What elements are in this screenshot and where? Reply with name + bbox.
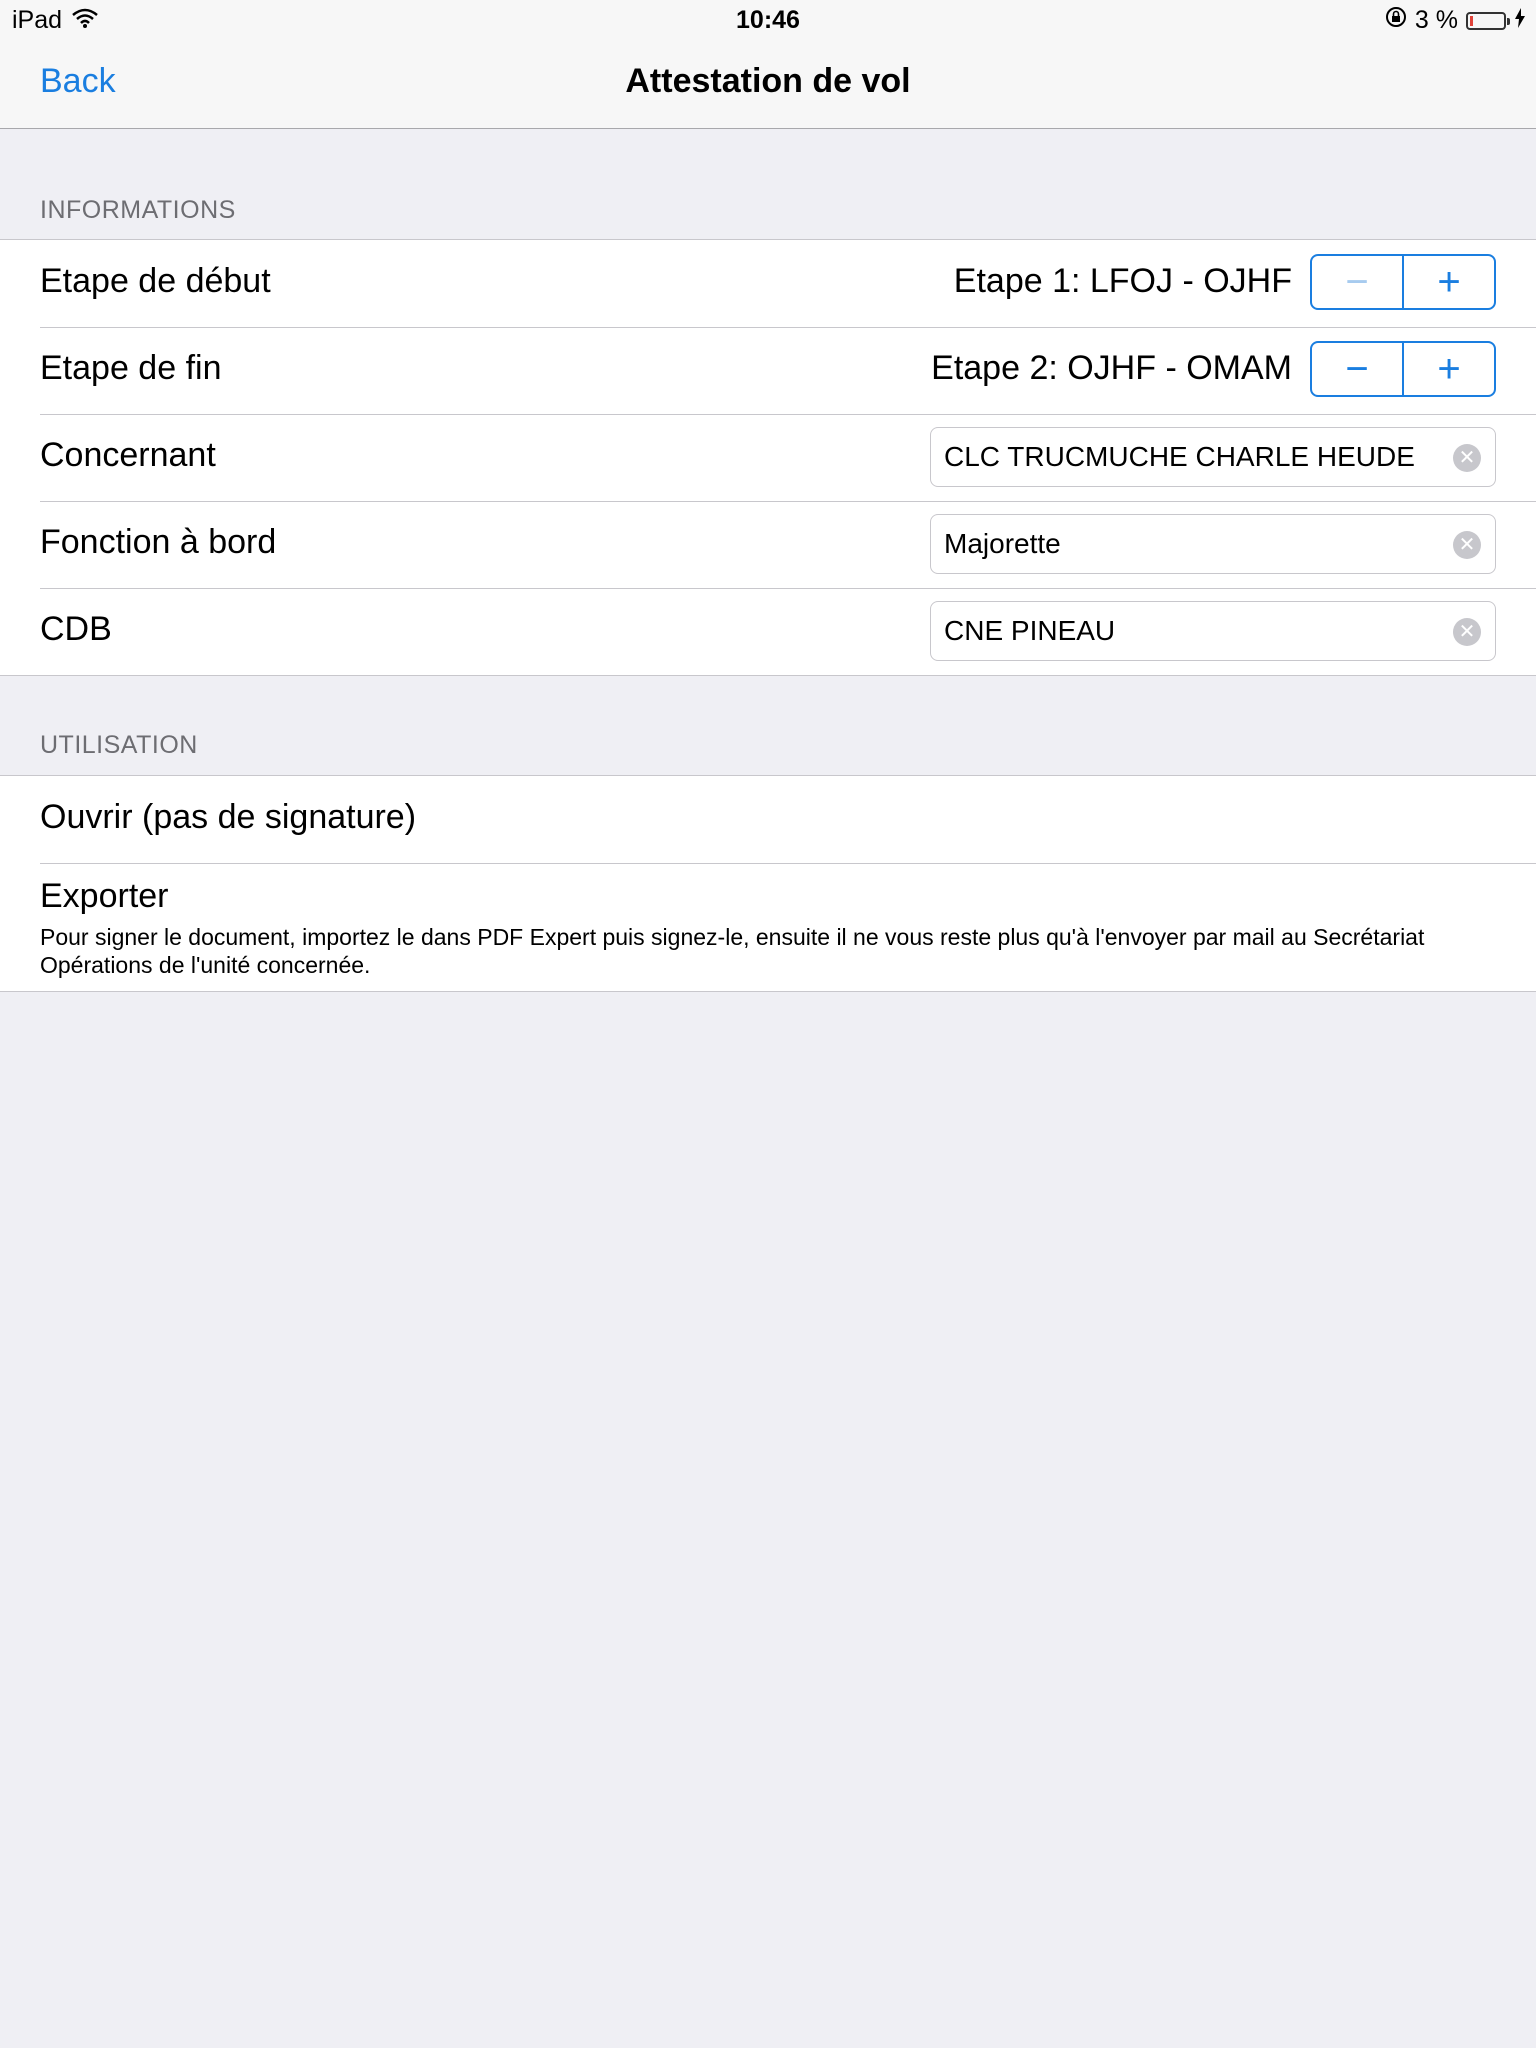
row-etape-debut: Etape de début Etape 1: LFOJ - OJHF − +	[0, 240, 1536, 327]
fonction-field: ✕	[930, 514, 1496, 574]
row-etape-fin: Etape de fin Etape 2: OJHF - OMAM − +	[0, 327, 1536, 414]
battery-icon	[1466, 11, 1510, 30]
rotation-lock-icon	[1385, 6, 1407, 35]
etape-debut-stepper[interactable]: − +	[1310, 254, 1496, 310]
etape-fin-increment-button[interactable]: +	[1402, 343, 1494, 395]
etape-fin-value: Etape 2: OJHF - OMAM	[931, 349, 1292, 387]
clear-icon[interactable]: ✕	[1453, 531, 1481, 559]
exporter-description: Pour signer le document, importez le dan…	[40, 924, 1425, 978]
etape-debut-increment-button[interactable]: +	[1402, 256, 1494, 308]
etape-fin-decrement-button[interactable]: −	[1312, 343, 1402, 395]
row-concernant: Concernant ✕	[0, 414, 1536, 501]
navigation-bar: Back Attestation de vol	[0, 40, 1536, 129]
clear-icon[interactable]: ✕	[1453, 444, 1481, 472]
etape-debut-decrement-button[interactable]: −	[1312, 256, 1402, 308]
etape-debut-label: Etape de début	[40, 262, 271, 300]
ouvrir-row[interactable]: Ouvrir (pas de signature)	[0, 776, 1536, 863]
status-right: 3 %	[1385, 6, 1526, 35]
page-title: Attestation de vol	[625, 62, 911, 100]
fonction-label: Fonction à bord	[40, 523, 277, 561]
charging-icon	[1514, 6, 1526, 35]
etape-fin-label: Etape de fin	[40, 349, 222, 387]
fonction-input[interactable]	[944, 515, 1444, 573]
section-header-utilisation: UTILISATION	[40, 731, 198, 759]
concernant-field: ✕	[930, 427, 1496, 487]
status-time: 10:46	[736, 6, 800, 34]
plus-icon: +	[1437, 347, 1461, 391]
status-bar: iPad 10:46 3 %	[0, 0, 1536, 40]
cdb-field: ✕	[930, 601, 1496, 661]
minus-icon: −	[1345, 260, 1369, 304]
ouvrir-label: Ouvrir (pas de signature)	[40, 798, 417, 836]
cdb-label: CDB	[40, 610, 112, 648]
row-fonction: Fonction à bord ✕	[0, 501, 1536, 588]
etape-debut-value: Etape 1: LFOJ - OJHF	[953, 262, 1292, 300]
exporter-row[interactable]: Exporter Pour signer le document, import…	[0, 863, 1536, 991]
cdb-input[interactable]	[944, 602, 1444, 660]
battery-percent: 3 %	[1414, 6, 1458, 34]
utilisation-group: Ouvrir (pas de signature) Exporter Pour …	[0, 775, 1536, 992]
informations-group: Etape de début Etape 1: LFOJ - OJHF − + …	[0, 239, 1536, 676]
minus-icon: −	[1345, 347, 1369, 391]
concernant-input[interactable]	[944, 428, 1444, 486]
exporter-label: Exporter	[40, 877, 169, 915]
section-header-informations: INFORMATIONS	[40, 196, 236, 224]
concernant-label: Concernant	[40, 436, 216, 474]
row-cdb: CDB ✕	[0, 588, 1536, 675]
clear-icon[interactable]: ✕	[1453, 618, 1481, 646]
etape-fin-stepper[interactable]: − +	[1310, 341, 1496, 397]
plus-icon: +	[1437, 260, 1461, 304]
